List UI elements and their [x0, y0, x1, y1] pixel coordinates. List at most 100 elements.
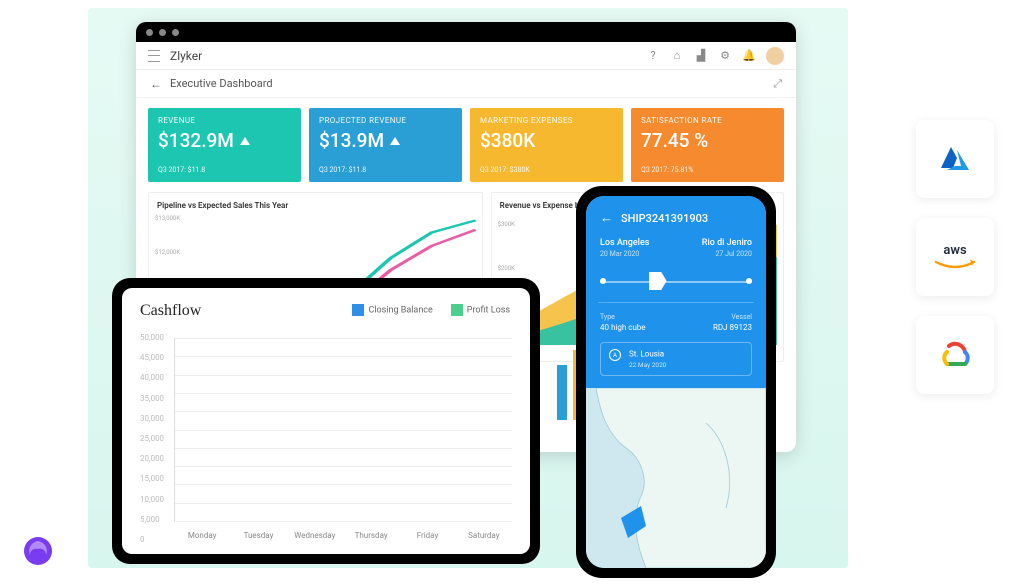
legend-a: Closing Balance: [368, 305, 432, 315]
map-svg: [586, 388, 766, 568]
breadcrumb: ← Executive Dashboard ⤢: [136, 70, 796, 98]
kpi-value: $380K: [480, 129, 535, 152]
gcp-icon: [935, 338, 975, 372]
kpi-value: 77.45 %: [641, 129, 708, 152]
x-tick: Friday: [399, 531, 455, 540]
y-tick: $12,000K: [155, 249, 180, 256]
provider-cards: aws: [916, 120, 994, 394]
x-tick: Wednesday: [287, 531, 343, 540]
y-tick: 25,000: [140, 434, 164, 443]
kpi-label: PROJECTED REVENUE: [319, 116, 452, 125]
meta-vessel-label: Vessel: [713, 313, 752, 321]
slider-end-icon: [746, 278, 752, 284]
traffic-dot-icon: [159, 29, 166, 36]
menu-icon[interactable]: [148, 50, 160, 62]
meta-type-label: Type: [600, 313, 646, 321]
y-tick: 10,000: [140, 495, 164, 504]
back-icon[interactable]: ←: [150, 77, 162, 91]
azure-icon: [935, 144, 975, 174]
origin-date: 20 Mar 2020: [600, 250, 649, 258]
y-tick: 30,000: [140, 414, 164, 423]
provider-azure[interactable]: [916, 120, 994, 198]
kpi-row: REVENUE $132.9M Q3 2017: $11.8 PROJECTED…: [136, 98, 796, 192]
ship-marker-icon: [649, 272, 667, 290]
kpi-sub: Q3 2017: $380K: [480, 166, 613, 174]
kpi-value: $132.9M: [158, 129, 234, 152]
x-tick: Monday: [174, 531, 230, 540]
legend-b: Profit Loss: [467, 305, 510, 315]
x-tick: Tuesday: [230, 531, 286, 540]
shipment-panel: ← SHIP3241391903 Los Angeles 20 Mar 2020…: [586, 196, 766, 388]
kpi-label: REVENUE: [158, 116, 291, 125]
tablet-screen: Cashflow Closing Balance Profit Loss Mon…: [122, 288, 530, 554]
chart-icon[interactable]: ▟: [694, 49, 708, 63]
dest-date: 27 Jul 2020: [702, 250, 752, 258]
svg-text:aws: aws: [943, 243, 967, 258]
trend-up-icon: [240, 137, 250, 145]
kpi-value: $13.9M: [319, 129, 384, 152]
kpi-revenue[interactable]: REVENUE $132.9M Q3 2017: $11.8: [148, 108, 301, 182]
legend-swatch-icon: [352, 304, 364, 316]
route: Los Angeles 20 Mar 2020 Rio di Jeniro 27…: [600, 238, 752, 258]
phone-screen: ← SHIP3241391903 Los Angeles 20 Mar 2020…: [586, 196, 766, 568]
y-tick: 20,000: [140, 454, 164, 463]
slider-start-icon: [600, 278, 606, 284]
chart-title: Pipeline vs Expected Sales This Year: [157, 201, 474, 210]
kpi-sub: Q3 2017: $11.8: [158, 166, 291, 174]
y-tick: 15,000: [140, 474, 164, 483]
provider-gcp[interactable]: [916, 316, 994, 394]
stop-card[interactable]: A St. Lousia 22 May 2020: [600, 342, 752, 376]
map[interactable]: [586, 388, 766, 568]
kpi-label: SATISFACTION RATE: [641, 116, 774, 125]
brand-logo-icon: [22, 535, 54, 567]
y-tick: 40,000: [140, 373, 164, 382]
x-tick: Thursday: [343, 531, 399, 540]
app-topbar: Zlyker ? ⌂ ▟ ⚙ 🔔: [136, 42, 796, 70]
x-tick: Saturday: [456, 531, 512, 540]
y-tick: $13,000K: [155, 215, 180, 222]
gear-icon[interactable]: ⚙: [718, 49, 732, 63]
avatar[interactable]: [766, 47, 784, 65]
phone-device: ← SHIP3241391903 Los Angeles 20 Mar 2020…: [576, 186, 776, 578]
dest-city: Rio di Jeniro: [702, 238, 752, 248]
window-titlebar: [136, 22, 796, 42]
y-tick: 5,000: [140, 515, 160, 524]
y-tick: 0: [140, 535, 145, 544]
traffic-dot-icon: [172, 29, 179, 36]
canvas: Zlyker ? ⌂ ▟ ⚙ 🔔 ← Executive Dashboard ⤢…: [0, 0, 1024, 585]
kpi-label: MARKETING EXPENSES: [480, 116, 613, 125]
y-tick: 35,000: [140, 394, 164, 403]
expand-icon[interactable]: ⤢: [773, 77, 782, 91]
back-icon[interactable]: ←: [600, 210, 613, 226]
shipment-meta: Type 40 high cube Vessel RDJ 89123: [600, 313, 752, 332]
legend-swatch-icon: [451, 304, 463, 316]
cashflow-legend: Closing Balance Profit Loss: [352, 304, 510, 316]
stop-name: St. Lousia: [629, 350, 664, 359]
y-tick: 50,000: [140, 333, 164, 342]
kpi-sub: Q3 2017: 75.81%: [641, 166, 774, 174]
home-icon[interactable]: ⌂: [670, 49, 684, 63]
traffic-dot-icon: [146, 29, 153, 36]
progress-slider[interactable]: [600, 270, 752, 292]
app-name: Zlyker: [170, 49, 202, 63]
aws-icon: aws: [928, 240, 982, 274]
y-tick: 45,000: [140, 353, 164, 362]
kpi-satisfaction-rate[interactable]: SATISFACTION RATE 77.45 % Q3 2017: 75.81…: [631, 108, 784, 182]
help-icon[interactable]: ?: [646, 49, 660, 63]
stop-bullet-icon: A: [609, 349, 621, 361]
meta-vessel-value: RDJ 89123: [713, 323, 752, 332]
stop-date: 22 May 2020: [629, 361, 743, 369]
kpi-marketing-expenses[interactable]: MARKETING EXPENSES $380K Q3 2017: $380K: [470, 108, 623, 182]
page-title: Executive Dashboard: [170, 77, 273, 90]
provider-aws[interactable]: aws: [916, 218, 994, 296]
shipment-id: SHIP3241391903: [621, 212, 708, 225]
bell-icon[interactable]: 🔔: [742, 49, 756, 63]
cashflow-chart: MondayTuesdayWednesdayThursdayFridaySatu…: [140, 338, 512, 540]
trend-up-icon: [390, 137, 400, 145]
origin-city: Los Angeles: [600, 238, 649, 248]
y-tick: $200K: [498, 265, 515, 272]
kpi-projected-revenue[interactable]: PROJECTED REVENUE $13.9M Q3 2017: $11.8: [309, 108, 462, 182]
tablet-device: Cashflow Closing Balance Profit Loss Mon…: [112, 278, 540, 564]
y-tick: $300K: [498, 221, 515, 228]
meta-type-value: 40 high cube: [600, 323, 646, 332]
